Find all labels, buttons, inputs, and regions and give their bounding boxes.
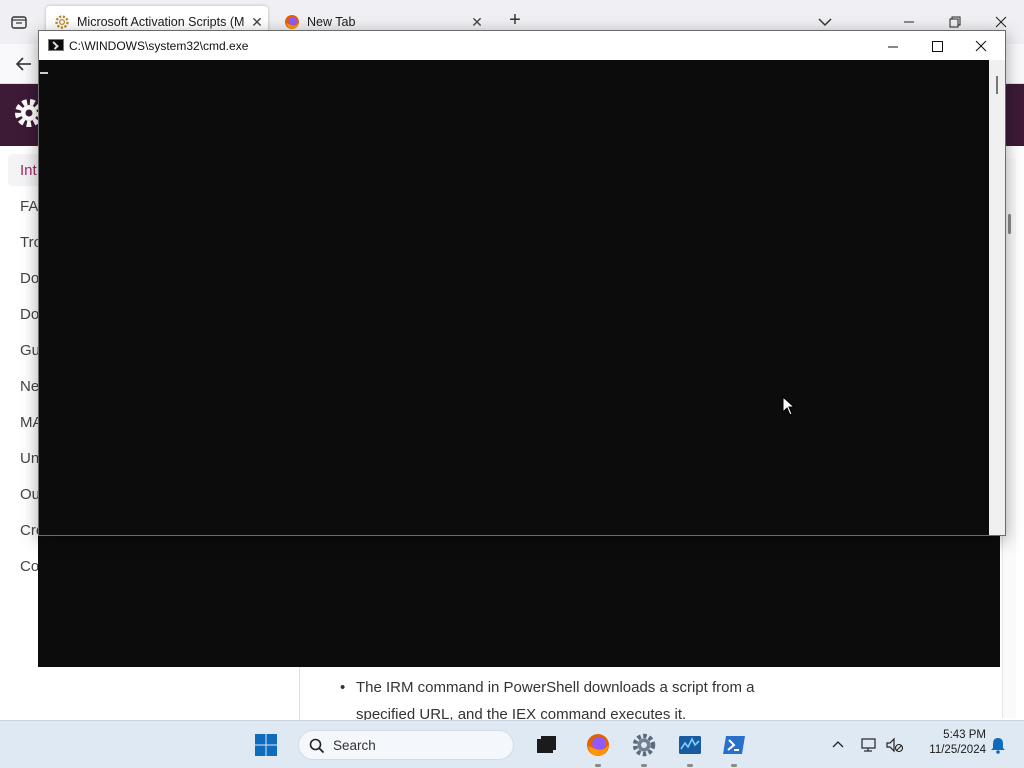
cmd-minimize-button[interactable] <box>871 34 915 58</box>
sidebar-item-do-1[interactable]: Do <box>20 270 39 287</box>
cmd-close-button[interactable] <box>959 34 1003 58</box>
gear-favicon-icon <box>54 14 70 30</box>
volume-muted-icon[interactable] <box>884 733 906 757</box>
firefox-favicon-icon <box>284 14 300 30</box>
sidebar-item-co[interactable]: Co <box>20 558 39 575</box>
tab-title: Microsoft Activation Scripts (M <box>77 15 245 29</box>
cmd-maximize-button[interactable] <box>915 34 959 58</box>
chevron-up-icon[interactable] <box>828 733 848 757</box>
resource-monitor-icon[interactable] <box>674 729 706 767</box>
taskbar: Search 5:43 PM 11/25/2024 <box>0 720 1024 768</box>
console-icon <box>48 39 64 51</box>
sidebar-item-ne[interactable]: Ne <box>20 378 39 395</box>
running-indicator <box>641 764 647 767</box>
sidebar-item-do-2[interactable]: Do <box>20 306 39 323</box>
firefox-taskbar-icon[interactable] <box>582 729 614 767</box>
close-tab-icon[interactable]: ✕ <box>246 14 268 31</box>
tab-title: New Tab <box>307 15 356 29</box>
notification-bell-icon[interactable] <box>988 733 1008 757</box>
console-scroll-thumb[interactable] <box>996 76 998 94</box>
cmd-title-bar[interactable]: C:\WINDOWS\system32\cmd.exe <box>39 31 1005 60</box>
console-output[interactable] <box>39 60 989 535</box>
clock-date: 11/25/2024 <box>929 744 986 756</box>
search-icon <box>308 737 326 755</box>
task-view-icon[interactable] <box>530 729 562 761</box>
text-cursor <box>40 72 48 74</box>
content-scroll-thumb[interactable] <box>1008 214 1011 234</box>
windows-start-icon[interactable] <box>250 729 282 761</box>
running-indicator <box>687 764 693 767</box>
cmd-window-title: C:\WINDOWS\system32\cmd.exe <box>69 39 249 53</box>
sidebar-item-gu[interactable]: Gu <box>20 342 40 359</box>
new-tab-button[interactable]: + <box>504 10 526 32</box>
running-indicator <box>595 764 601 767</box>
sidebar-item-intro[interactable]: Int <box>20 162 37 179</box>
running-indicator <box>731 764 737 767</box>
chevron-down-icon[interactable] <box>816 13 834 31</box>
cmd-window[interactable]: C:\WINDOWS\system32\cmd.exe <box>38 30 1006 536</box>
taskbar-search-box[interactable]: Search <box>298 730 514 760</box>
sidebar-item-faq[interactable]: FA <box>20 198 38 215</box>
close-tab-icon[interactable]: ✕ <box>466 14 488 31</box>
taskbar-clock[interactable]: 5:43 PM 11/25/2024 <box>910 728 986 758</box>
search-placeholder: Search <box>333 738 376 753</box>
back-arrow-icon[interactable] <box>12 52 36 76</box>
settings-gear-icon[interactable] <box>628 729 660 767</box>
mouse-pointer-icon <box>782 395 796 416</box>
clock-time: 5:43 PM <box>943 729 986 741</box>
network-icon[interactable] <box>858 733 880 757</box>
sidebar-item-un[interactable]: Un <box>20 450 39 467</box>
cmd-window-ghost <box>38 536 1000 667</box>
powershell-icon[interactable] <box>718 729 750 767</box>
list-all-tabs-icon[interactable] <box>8 11 30 33</box>
console-scrollbar[interactable] <box>989 60 1005 535</box>
sidebar-item-ou[interactable]: Ou <box>20 486 40 503</box>
